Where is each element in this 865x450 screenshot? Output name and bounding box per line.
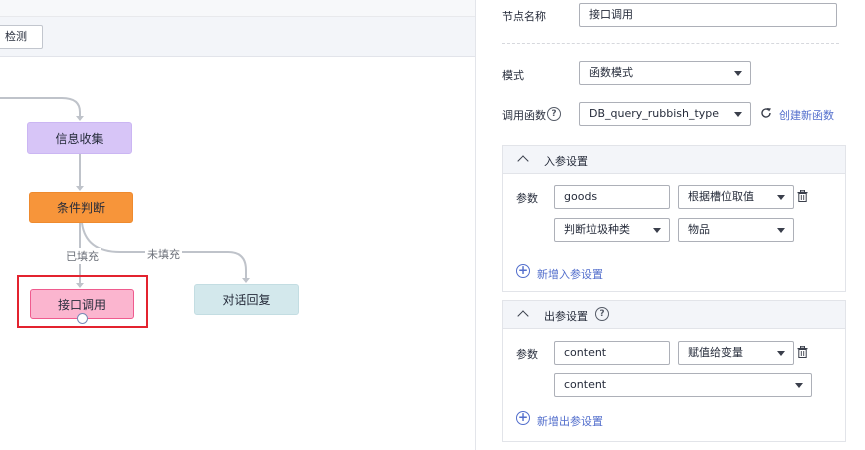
create-function-link[interactable]: 创建新函数 xyxy=(779,107,834,123)
output-param-name[interactable]: content xyxy=(554,341,670,365)
add-circle-icon[interactable]: + xyxy=(516,264,530,278)
output-variable-value: content xyxy=(564,378,607,391)
flow-edges xyxy=(0,97,250,288)
help-icon[interactable]: ? xyxy=(595,307,609,321)
input-slot-select[interactable]: 判断垃圾种类 xyxy=(554,218,670,242)
input-param-source-select[interactable]: 根据槽位取值 xyxy=(678,185,794,209)
mode-label: 模式 xyxy=(502,69,524,82)
output-port[interactable] xyxy=(77,313,88,324)
delete-icon[interactable] xyxy=(797,346,808,358)
function-label: 调用函数 xyxy=(502,109,546,122)
node-condition[interactable]: 条件判断 xyxy=(29,192,133,223)
flow-canvas[interactable]: 检测 信息收集 条件判断 已填充 未填充 接口调用 对话回复 xyxy=(0,0,475,450)
input-params-header[interactable]: 入参设置 xyxy=(503,146,845,174)
add-input-param-link[interactable]: 新增入参设置 xyxy=(537,266,603,282)
node-name-label: 节点名称 xyxy=(502,10,546,23)
chevron-up-icon xyxy=(517,155,529,167)
input-params-title: 入参设置 xyxy=(544,155,588,168)
chevron-down-icon xyxy=(777,351,785,356)
output-assign-value: 赋值给变量 xyxy=(688,346,743,359)
node-name-input[interactable]: 接口调用 xyxy=(579,3,837,27)
chevron-up-icon xyxy=(517,310,529,322)
add-output-param-link[interactable]: 新增出参设置 xyxy=(537,413,603,429)
node-info-collection[interactable]: 信息收集 xyxy=(27,122,132,154)
output-variable-select[interactable]: content xyxy=(554,373,812,397)
output-params-header[interactable]: 出参设置 xyxy=(503,301,845,329)
input-item-select[interactable]: 物品 xyxy=(678,218,794,242)
refresh-icon[interactable] xyxy=(760,107,772,119)
add-circle-icon[interactable]: + xyxy=(516,411,530,425)
output-params-title: 出参设置 xyxy=(544,310,588,323)
chevron-down-icon xyxy=(734,71,742,76)
node-reply[interactable]: 对话回复 xyxy=(194,284,299,315)
input-param-name[interactable]: goods xyxy=(554,185,670,209)
output-assign-select[interactable]: 赋值给变量 xyxy=(678,341,794,365)
function-select-value: DB_query_rubbish_type xyxy=(589,107,720,120)
input-slot-value: 判断垃圾种类 xyxy=(564,223,630,236)
mode-select[interactable]: 函数模式 xyxy=(579,61,751,85)
mode-select-value: 函数模式 xyxy=(589,66,633,79)
chevron-down-icon xyxy=(795,383,803,388)
chevron-down-icon xyxy=(734,112,742,117)
function-select[interactable]: DB_query_rubbish_type xyxy=(579,102,751,126)
chevron-down-icon xyxy=(777,195,785,200)
delete-icon[interactable] xyxy=(797,190,808,202)
help-icon[interactable]: ? xyxy=(547,107,561,121)
input-param-source-value: 根据槽位取值 xyxy=(688,190,754,203)
chevron-down-icon xyxy=(653,228,661,233)
edge-label-filled: 已填充 xyxy=(64,248,101,264)
input-item-value: 物品 xyxy=(688,223,710,236)
chevron-down-icon xyxy=(777,228,785,233)
input-param-label: 参数 xyxy=(516,192,538,205)
divider xyxy=(502,43,839,44)
edge-label-unfilled: 未填充 xyxy=(145,246,182,262)
output-param-label: 参数 xyxy=(516,348,538,361)
